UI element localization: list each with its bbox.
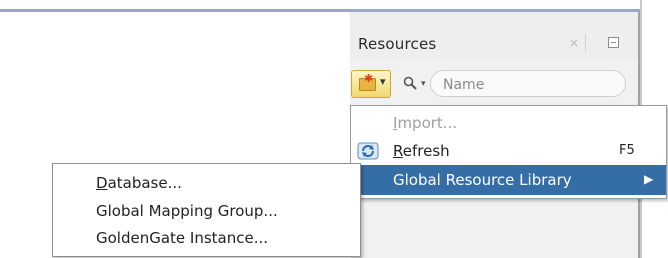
mnemonic: R bbox=[393, 142, 403, 160]
search-options-chevron-icon[interactable]: ▾ bbox=[421, 79, 426, 89]
shortcut-label: F5 bbox=[619, 143, 635, 158]
menu-item-label: Global Resource Library bbox=[393, 171, 572, 189]
global-resource-library-submenu: Database... Global Mapping Group... Gold… bbox=[52, 163, 361, 257]
label-rest: mport... bbox=[397, 114, 458, 132]
submenu-item-label: Database... bbox=[96, 174, 182, 192]
search-input[interactable] bbox=[441, 74, 615, 95]
new-resource-button[interactable]: ✱ ▾ bbox=[351, 70, 391, 98]
panel-title: Resources bbox=[358, 35, 437, 53]
menu-item-global-resource-library[interactable]: Global Resource Library ▶ bbox=[351, 165, 666, 195]
submenu-item-goldengate-instance[interactable]: GoldenGate Instance... bbox=[53, 225, 360, 252]
search-field[interactable] bbox=[430, 70, 626, 97]
menu-item-import[interactable]: Import... bbox=[351, 110, 666, 137]
menu-item-refresh[interactable]: Refresh F5 bbox=[351, 138, 666, 165]
label-rest: efresh bbox=[402, 142, 450, 160]
menu-item-label: Import... bbox=[393, 114, 457, 132]
resources-toolbar: ✱ ▾ ▾ bbox=[350, 70, 638, 104]
minimize-icon[interactable] bbox=[608, 37, 619, 48]
close-icon[interactable]: × bbox=[569, 36, 579, 50]
submenu-item-label: Global Mapping Group... bbox=[96, 202, 278, 220]
submenu-item-global-mapping-group[interactable]: Global Mapping Group... bbox=[53, 198, 360, 225]
submenu-arrow-icon: ▶ bbox=[644, 172, 654, 186]
tab-separator bbox=[585, 34, 586, 52]
mnemonic: D bbox=[96, 174, 108, 192]
menu-item-label: Refresh bbox=[393, 142, 450, 160]
refresh-icon bbox=[357, 141, 379, 161]
chevron-down-icon[interactable]: ▾ bbox=[380, 75, 386, 88]
new-star-icon: ✱ bbox=[364, 72, 374, 85]
window-top-bar bbox=[0, 0, 668, 12]
context-menu: Import... Refresh F5 Global Resource Lib… bbox=[350, 105, 667, 199]
submenu-item-database[interactable]: Database... bbox=[53, 170, 360, 197]
submenu-item-label: GoldenGate Instance... bbox=[96, 229, 269, 247]
resources-tab[interactable]: Resources × bbox=[350, 12, 638, 60]
label-rest: atabase... bbox=[107, 174, 182, 192]
search-icon[interactable] bbox=[403, 76, 417, 94]
